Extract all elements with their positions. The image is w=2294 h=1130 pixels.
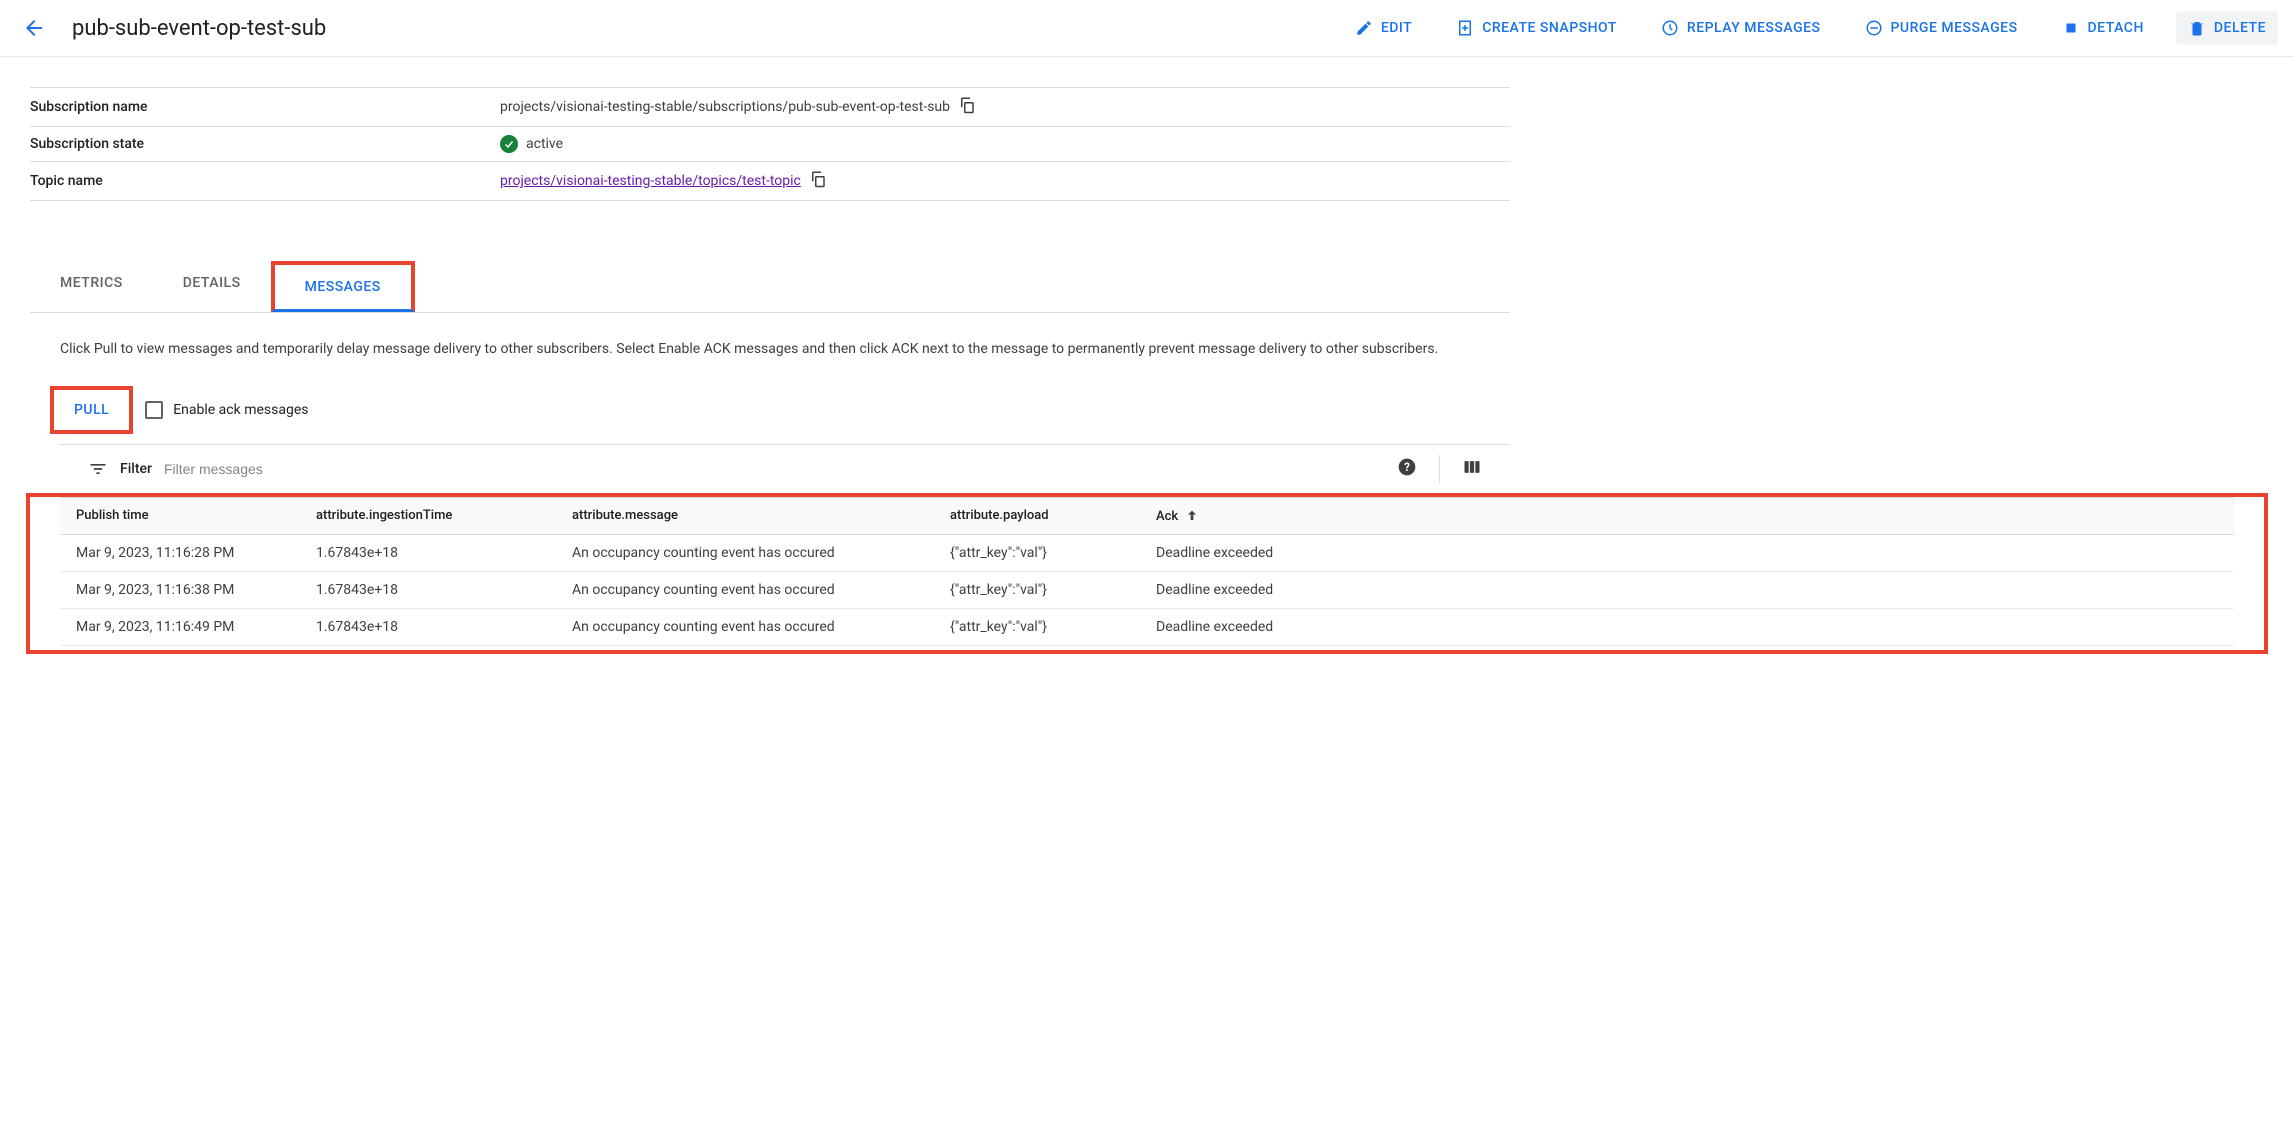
cell-ingestion-time: 1.67843e+18 — [316, 619, 572, 635]
subscription-details: Subscription name projects/visionai-test… — [30, 87, 1510, 201]
snapshot-label: CREATE SNAPSHOT — [1482, 20, 1617, 36]
sort-ascending-icon — [1184, 508, 1200, 524]
cell-payload: {"attr_key":"val"} — [950, 545, 1156, 561]
copy-icon — [809, 170, 827, 188]
topic-name-link[interactable]: projects/visionai-testing-stable/topics/… — [500, 173, 801, 189]
th-publish-time[interactable]: Publish time — [76, 508, 316, 524]
table-row: Mar 9, 2023, 11:16:49 PM1.67843e+18An oc… — [60, 609, 2234, 646]
cell-message: An occupancy counting event has occured — [572, 619, 950, 635]
cell-ingestion-time: 1.67843e+18 — [316, 545, 572, 561]
detail-subscription-state: Subscription state active — [30, 127, 1510, 162]
copy-icon — [958, 96, 976, 114]
status-active-icon — [500, 135, 518, 153]
topic-name-label: Topic name — [30, 173, 500, 189]
replay-messages-button[interactable]: REPLAY MESSAGES — [1649, 11, 1833, 45]
filter-bar: Filter ? — [60, 444, 1510, 493]
filter-help-button[interactable]: ? — [1397, 457, 1417, 481]
th-ack[interactable]: Ack — [1156, 508, 1356, 524]
th-ingestion-time[interactable]: attribute.ingestionTime — [316, 508, 572, 524]
tab-messages[interactable]: MESSAGES — [271, 261, 415, 312]
delete-button[interactable]: DELETE — [2176, 11, 2278, 45]
edit-label: EDIT — [1381, 20, 1412, 36]
table-row: Mar 9, 2023, 11:16:38 PM1.67843e+18An oc… — [60, 572, 2234, 609]
cell-publish-time: Mar 9, 2023, 11:16:38 PM — [76, 582, 316, 598]
svg-text:?: ? — [1404, 460, 1410, 474]
pull-button[interactable]: PULL — [50, 386, 133, 434]
purge-messages-button[interactable]: PURGE MESSAGES — [1853, 11, 2030, 45]
messages-table: Publish time attribute.ingestionTime att… — [60, 497, 2234, 646]
purge-icon — [1865, 19, 1883, 37]
edit-icon — [1355, 19, 1373, 37]
th-payload[interactable]: attribute.payload — [950, 508, 1156, 524]
cell-message: An occupancy counting event has occured — [572, 582, 950, 598]
enable-ack-checkbox[interactable] — [145, 401, 163, 419]
cell-ack: Deadline exceeded — [1156, 619, 1356, 635]
cell-payload: {"attr_key":"val"} — [950, 582, 1156, 598]
columns-button[interactable] — [1462, 457, 1482, 481]
th-message[interactable]: attribute.message — [572, 508, 950, 524]
create-snapshot-button[interactable]: CREATE SNAPSHOT — [1444, 11, 1629, 45]
edit-button[interactable]: EDIT — [1343, 11, 1424, 45]
divider — [1439, 455, 1440, 483]
subscription-state-label: Subscription state — [30, 136, 500, 152]
filter-label: Filter — [120, 461, 152, 477]
table-row: Mar 9, 2023, 11:16:28 PM1.67843e+18An oc… — [60, 535, 2234, 572]
tabs: METRICS DETAILS MESSAGES — [30, 261, 1510, 313]
copy-subscription-name-button[interactable] — [958, 96, 976, 118]
cell-ack: Deadline exceeded — [1156, 545, 1356, 561]
subscription-state-value: active — [526, 136, 563, 152]
copy-topic-name-button[interactable] — [809, 170, 827, 192]
subscription-name-value: projects/visionai-testing-stable/subscri… — [500, 99, 950, 115]
pull-controls: PULL Enable ack messages — [50, 386, 1490, 434]
table-header: Publish time attribute.ingestionTime att… — [60, 497, 2234, 535]
cell-publish-time: Mar 9, 2023, 11:16:28 PM — [76, 545, 316, 561]
cell-ingestion-time: 1.67843e+18 — [316, 582, 572, 598]
delete-icon — [2188, 19, 2206, 37]
purge-label: PURGE MESSAGES — [1891, 20, 2018, 36]
detach-button[interactable]: DETACH — [2050, 11, 2156, 45]
detail-subscription-name: Subscription name projects/visionai-test… — [30, 88, 1510, 127]
th-ack-label: Ack — [1156, 509, 1178, 524]
detach-icon — [2062, 19, 2080, 37]
back-button[interactable] — [16, 10, 52, 46]
messages-help-text: Click Pull to view messages and temporar… — [60, 339, 1480, 360]
tab-metrics[interactable]: METRICS — [30, 261, 153, 312]
arrow-left-icon — [22, 16, 46, 40]
columns-icon — [1462, 457, 1482, 477]
replay-icon — [1661, 19, 1679, 37]
help-icon: ? — [1397, 457, 1417, 477]
page-header: pub-sub-event-op-test-sub EDIT CREATE SN… — [0, 0, 2294, 57]
page-title: pub-sub-event-op-test-sub — [72, 16, 1323, 41]
delete-label: DELETE — [2214, 20, 2266, 36]
filter-icon — [88, 459, 108, 479]
replay-label: REPLAY MESSAGES — [1687, 20, 1821, 36]
enable-ack-checkbox-wrap: Enable ack messages — [145, 401, 308, 419]
tab-details[interactable]: DETAILS — [153, 261, 271, 312]
cell-message: An occupancy counting event has occured — [572, 545, 950, 561]
detail-topic-name: Topic name projects/visionai-testing-sta… — [30, 162, 1510, 201]
enable-ack-label: Enable ack messages — [173, 402, 308, 418]
messages-table-highlight: Publish time attribute.ingestionTime att… — [26, 493, 2268, 654]
cell-payload: {"attr_key":"val"} — [950, 619, 1156, 635]
cell-publish-time: Mar 9, 2023, 11:16:49 PM — [76, 619, 316, 635]
snapshot-icon — [1456, 19, 1474, 37]
check-icon — [503, 138, 515, 150]
subscription-name-label: Subscription name — [30, 99, 500, 115]
detach-label: DETACH — [2088, 20, 2144, 36]
filter-input[interactable] — [164, 461, 1385, 477]
cell-ack: Deadline exceeded — [1156, 582, 1356, 598]
